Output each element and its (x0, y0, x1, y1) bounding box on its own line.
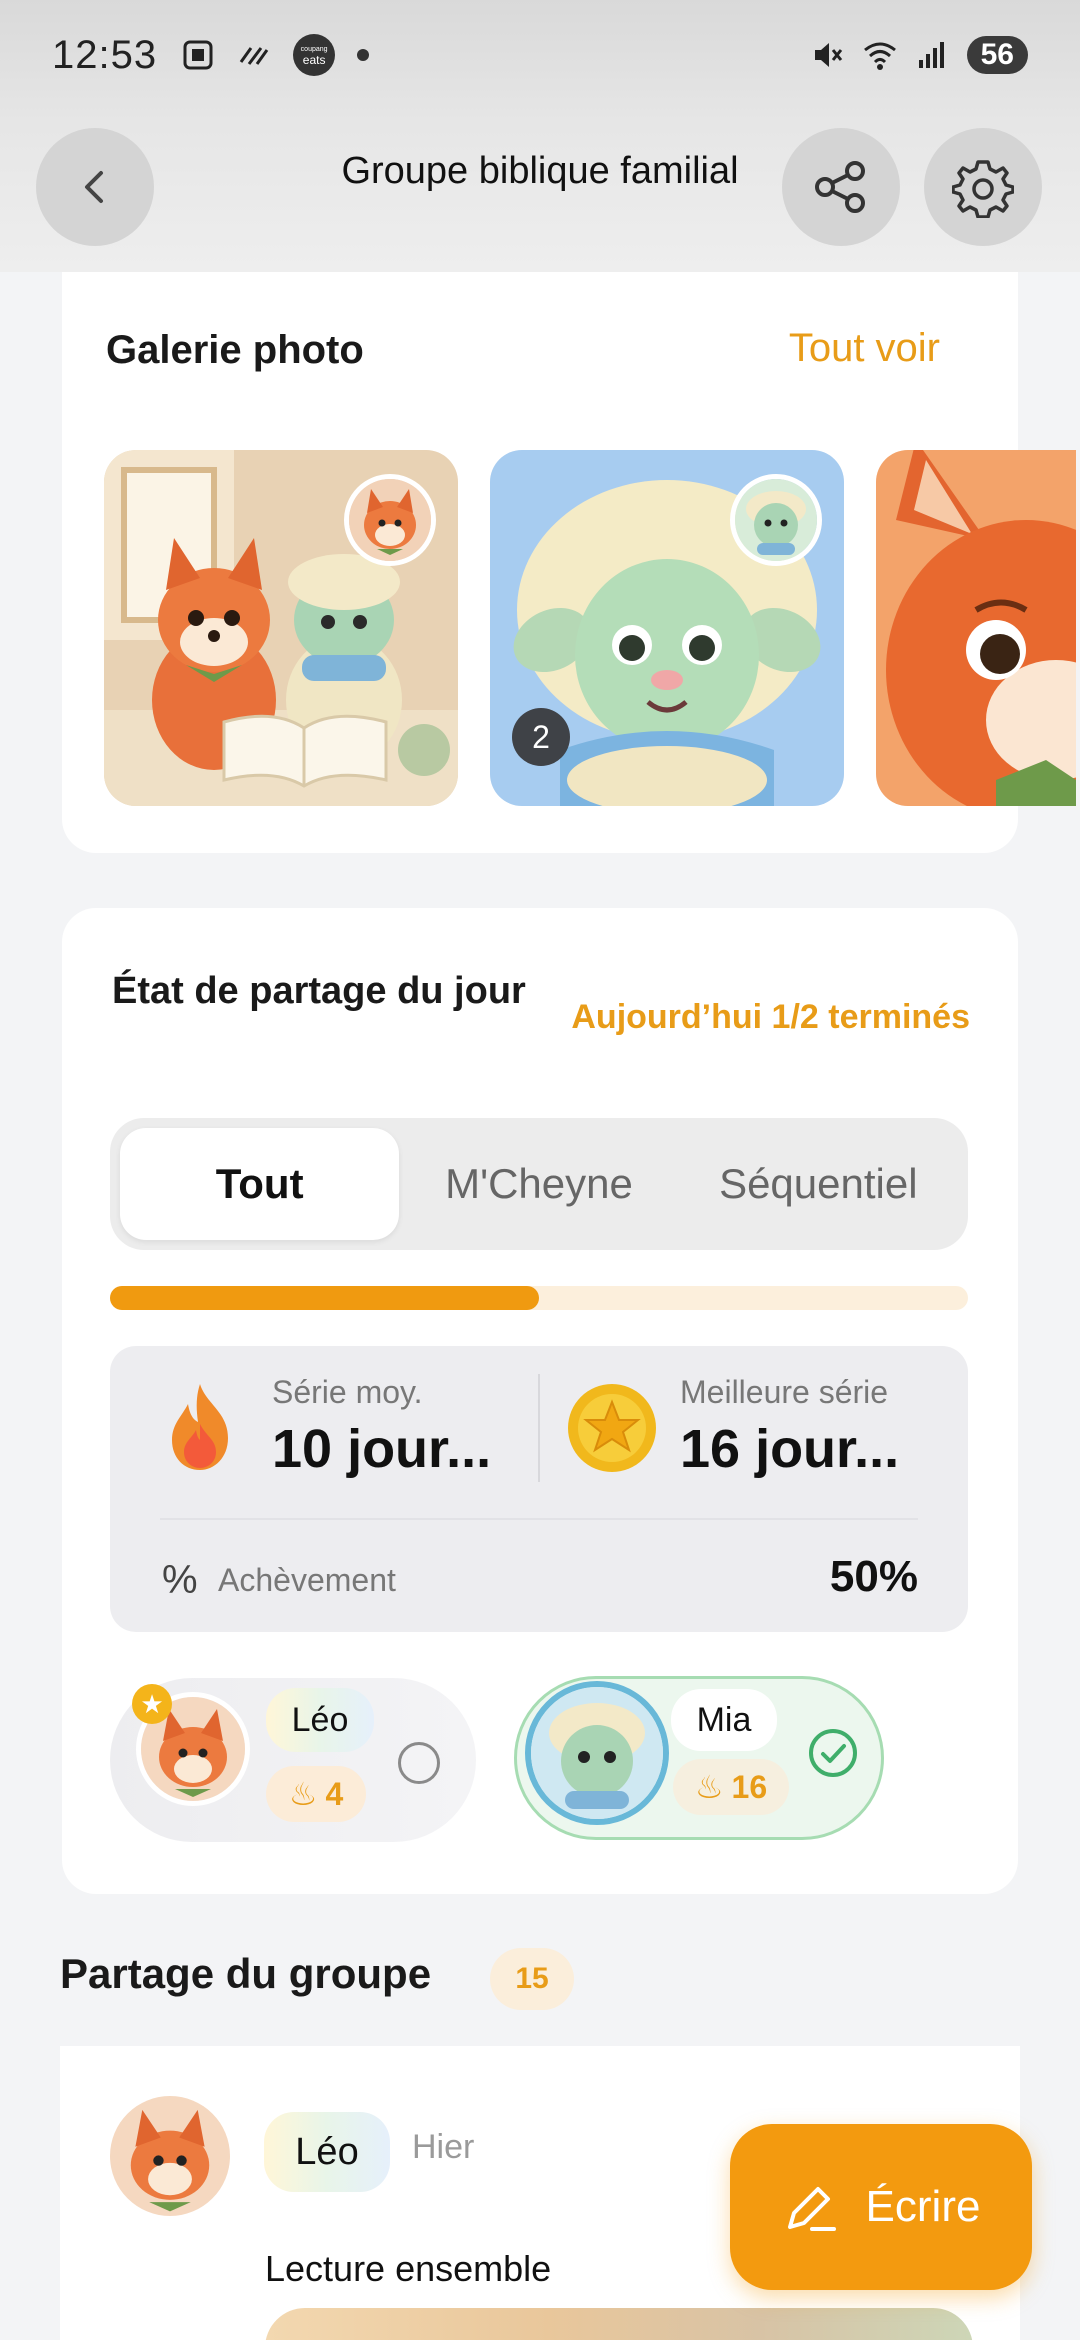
tab-sequential[interactable]: Séquentiel (679, 1128, 958, 1240)
stats-box: Série moy. 10 jour... Meilleure série 16… (110, 1346, 968, 1632)
coupang-eats-icon: coupang eats (293, 34, 336, 76)
percent-icon: % (162, 1558, 198, 1602)
gallery-photo[interactable] (104, 450, 458, 806)
gallery-photo[interactable]: 2 (490, 450, 844, 806)
today-summary: Aujourd’hui 1/2 terminés (571, 998, 970, 1036)
mute-icon (814, 43, 842, 67)
post-time: Hier (412, 2128, 475, 2166)
completion-value: 50% (829, 1552, 918, 1601)
tab-all[interactable]: Tout (120, 1128, 400, 1240)
page-title: Groupe biblique familial (341, 150, 739, 192)
fire-icon (172, 1384, 228, 1470)
signal-icon (918, 42, 944, 68)
group-sharing-title: Partage du groupe (60, 1950, 432, 1997)
member-name: Léo (266, 1688, 374, 1752)
member-name: Mia (671, 1689, 777, 1751)
uploader-avatar (344, 474, 436, 566)
member-streak: ♨ 16 (673, 1759, 789, 1815)
avg-streak-value: 10 jour... (272, 1419, 492, 1479)
data-saver-icon (239, 47, 269, 65)
tab-mcheyne[interactable]: M'Cheyne (399, 1128, 678, 1240)
member-streak: ♨ 4 (266, 1766, 366, 1822)
post-author-name: Léo (264, 2112, 390, 2192)
battery-indicator: 56 (966, 36, 1028, 74)
top-bar: 12:53 coupang eats 56 Groupe biblique fa… (0, 0, 1080, 272)
daily-progress-bar (110, 1286, 968, 1310)
wifi-icon (863, 42, 896, 70)
flame-icon: ♨ (694, 1769, 724, 1805)
settings-button[interactable] (924, 128, 1042, 246)
gallery-title: Galerie photo (106, 328, 364, 372)
share-button[interactable] (782, 128, 900, 246)
flame-icon: ♨ (288, 1776, 318, 1812)
stat-divider (538, 1374, 540, 1482)
stat-separator (160, 1518, 918, 1520)
notification-dot-icon (357, 49, 370, 61)
fox-closeup-image (876, 450, 1076, 806)
reading-plan-tabs: Tout M'Cheyne Séquentiel (110, 1118, 968, 1250)
progress-fill (110, 1286, 539, 1310)
not-done-circle-icon (398, 1742, 440, 1784)
member-pill-leo[interactable]: ★ Léo ♨ 4 (110, 1678, 476, 1842)
avg-streak-label: Série moy. (272, 1374, 423, 1410)
daily-status-card: État de partage du jour Aujourd’hui 1/2 … (62, 908, 1018, 1894)
nav-bar: Groupe biblique familial (0, 120, 1080, 250)
best-streak-value: 16 jour... (680, 1419, 900, 1479)
status-time: 12:53 (52, 32, 158, 77)
gallery-photo[interactable] (876, 450, 1076, 806)
leader-star-icon: ★ (132, 1684, 172, 1724)
uploader-avatar (730, 474, 822, 566)
daily-status-title: État de partage du jour (112, 970, 526, 1012)
pencil-icon (787, 2187, 836, 2231)
post-image[interactable] (265, 2308, 973, 2340)
post-text: Lecture ensemble (265, 2248, 552, 2289)
status-bar: 12:53 coupang eats 56 (0, 0, 1080, 110)
photo-count-badge: 2 (512, 708, 570, 766)
best-streak-label: Meilleure série (680, 1374, 889, 1410)
write-button[interactable]: Écrire (730, 2124, 1032, 2290)
screenshot-icon (183, 40, 213, 70)
completion-label: Achèvement (218, 1562, 396, 1598)
see-all-link[interactable]: Tout voir (789, 326, 940, 371)
done-check-icon (809, 1729, 857, 1777)
post-author-avatar[interactable] (110, 2096, 230, 2216)
star-medal-icon (568, 1384, 656, 1472)
group-post-count: 15 (490, 1948, 574, 2010)
gear-icon (952, 160, 1014, 218)
write-button-label: Écrire (865, 2182, 981, 2231)
member-pill-mia[interactable]: Mia ♨ 16 (514, 1676, 884, 1840)
member-avatar (525, 1681, 669, 1825)
share-icon (815, 161, 865, 213)
gallery-card: Galerie photo Tout voir 2 (62, 200, 1076, 853)
